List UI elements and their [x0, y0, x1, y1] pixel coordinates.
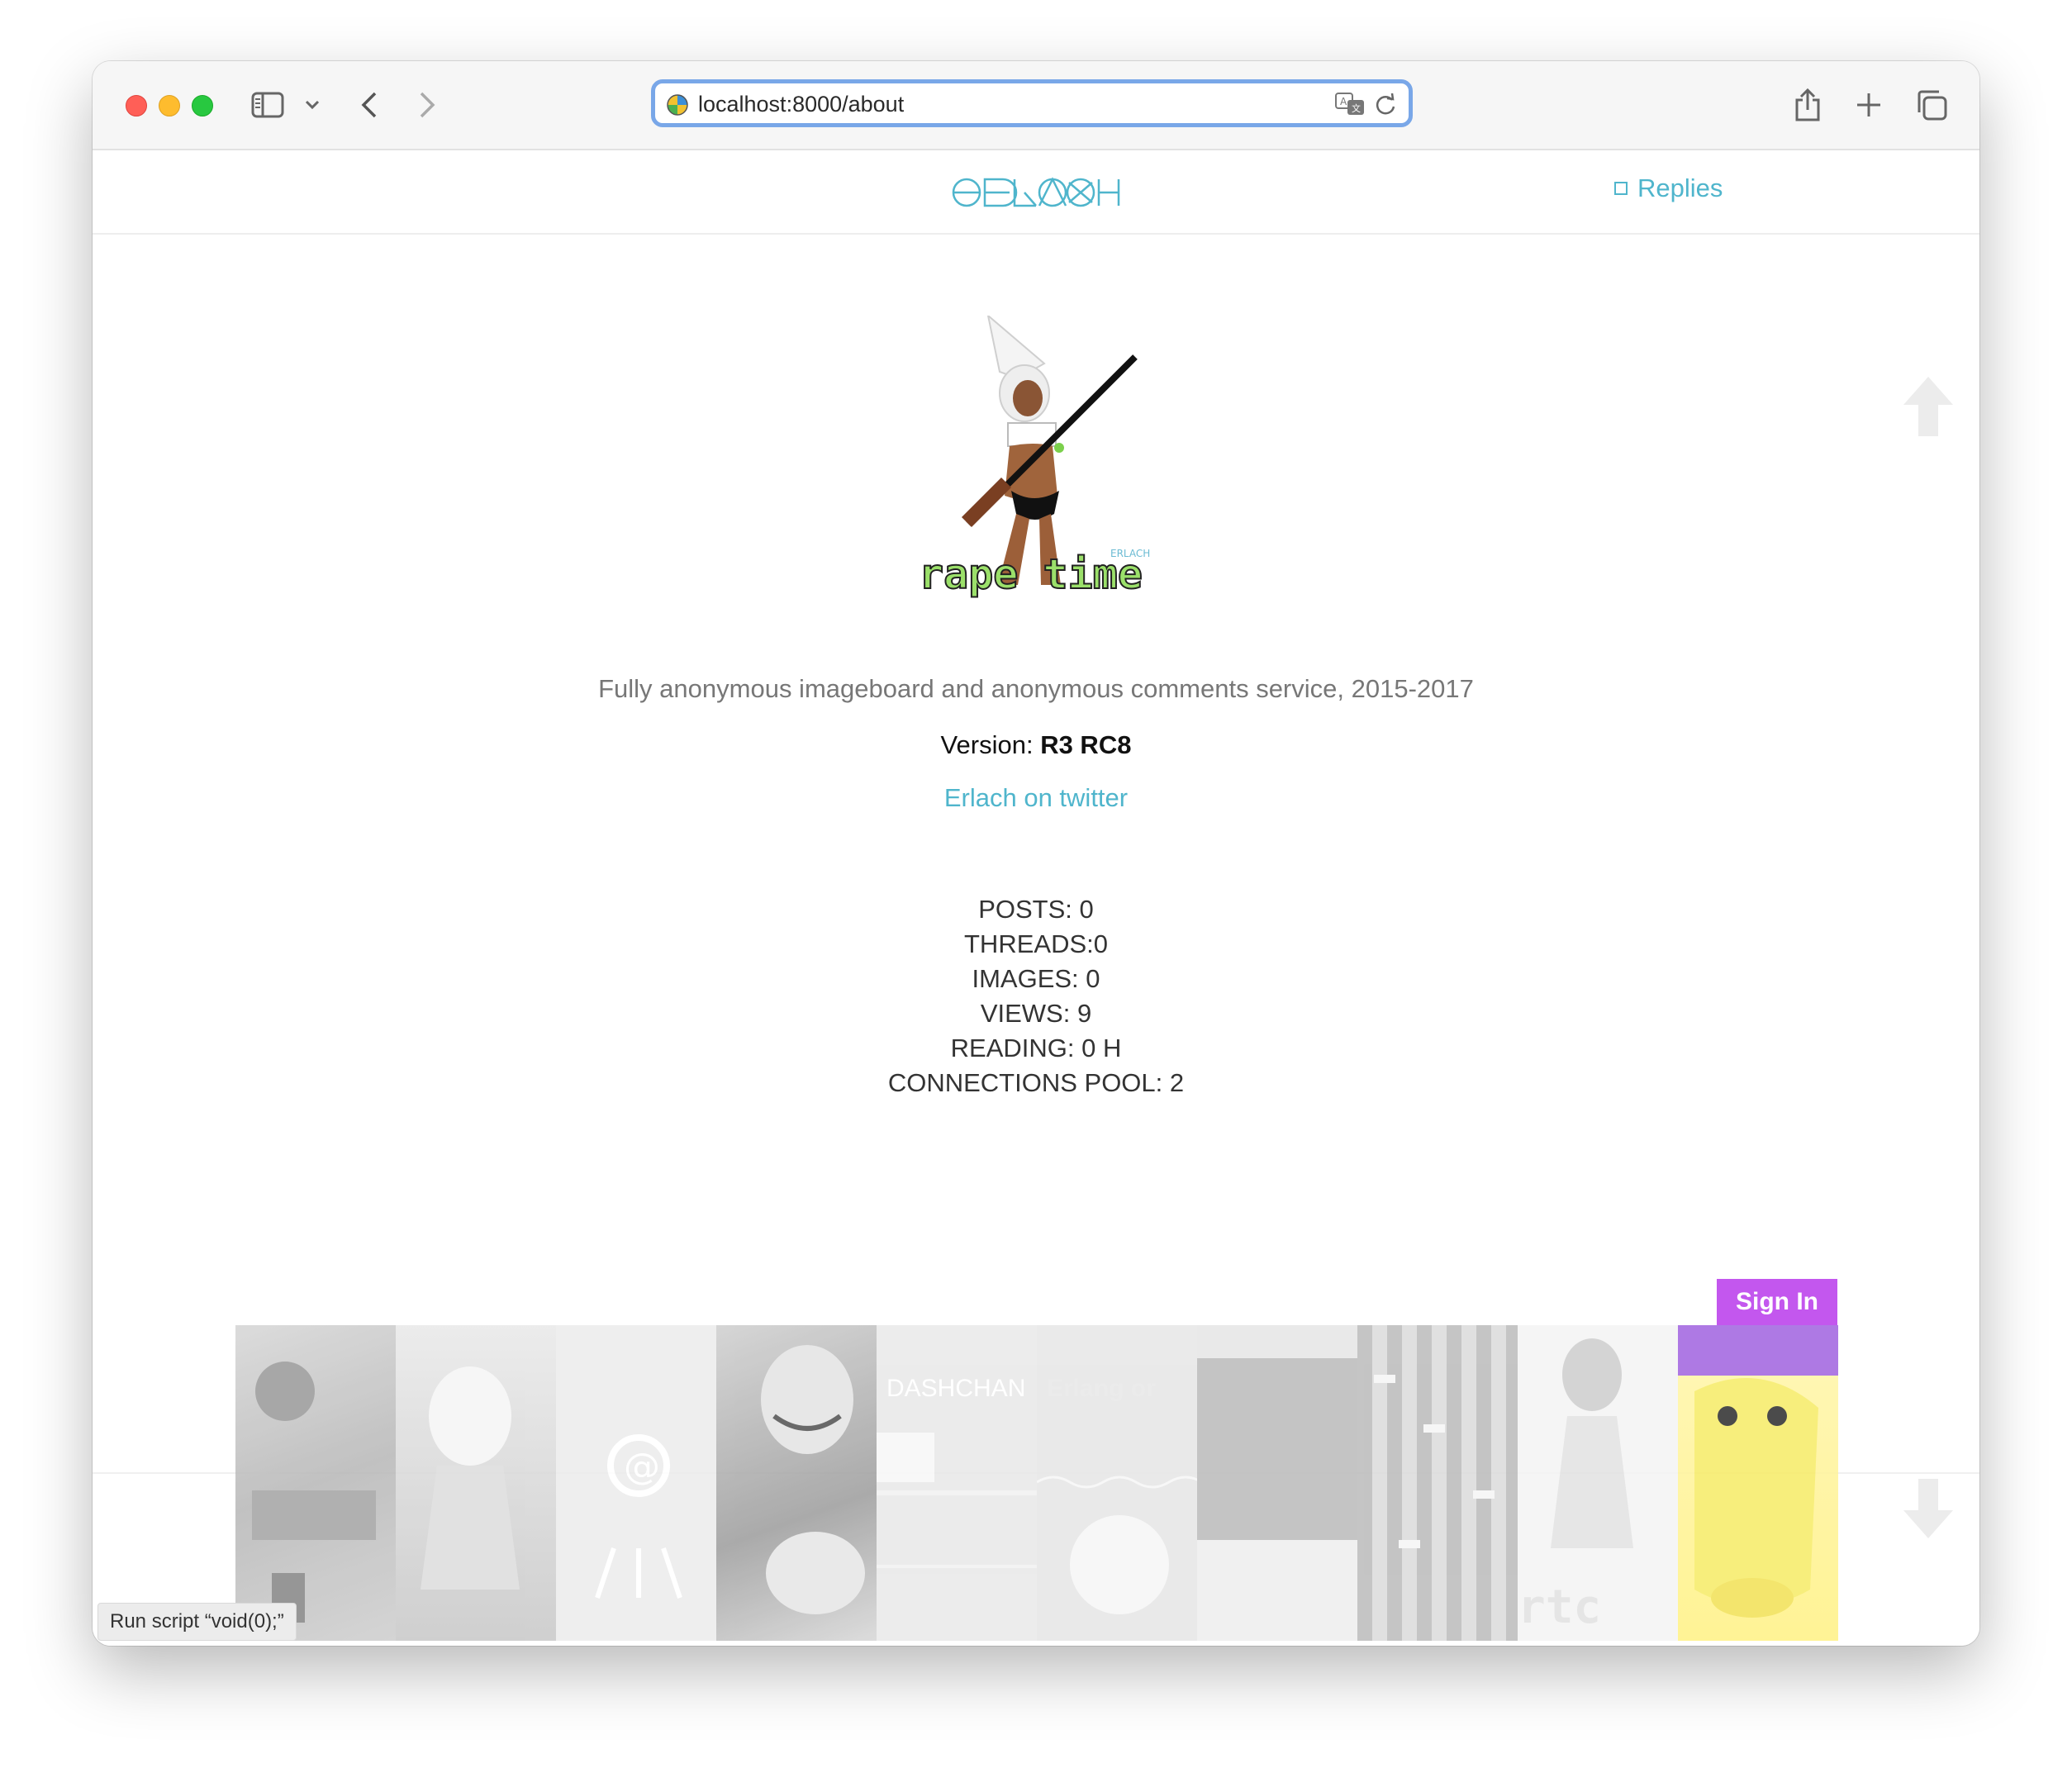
site-favicon-icon: [667, 94, 688, 116]
checkbox-icon: [1614, 182, 1628, 195]
browser-window: localhost:8000/about A 文 Replies rape ti…: [93, 61, 1979, 1646]
back-button[interactable]: [355, 83, 383, 127]
banner-tile-10[interactable]: [1678, 1325, 1838, 1641]
scroll-up-arrow-icon[interactable]: [1900, 373, 1956, 440]
banner-tile-6[interactable]: Erlang or: [1037, 1325, 1197, 1641]
address-bar[interactable]: localhost:8000/about A 文: [651, 79, 1413, 127]
banner-tile-4[interactable]: [716, 1325, 877, 1641]
version-prefix: Version:: [940, 730, 1034, 759]
banner-tile-5[interactable]: DASHCHAN: [877, 1325, 1037, 1641]
close-window-button[interactable]: [126, 95, 147, 116]
chevron-down-icon: [305, 100, 320, 110]
sidebar-menu-button[interactable]: [304, 83, 321, 127]
svg-text:rtc: rtc: [1518, 1580, 1601, 1634]
url-text: localhost:8000/about: [698, 92, 905, 116]
replies-link[interactable]: Replies: [1614, 173, 1723, 203]
stat-posts: POSTS: 0: [978, 895, 1094, 924]
banner-tile-8[interactable]: [1357, 1325, 1518, 1641]
svg-text:@: @: [624, 1446, 660, 1488]
mascot-image: rape time ERLACH: [919, 316, 1150, 599]
stat-images: IMAGES: 0: [972, 964, 1100, 993]
replies-label: Replies: [1637, 173, 1723, 202]
site-tagline: Fully anonymous imageboard and anonymous…: [598, 674, 1474, 703]
tabs-overview-icon: [1918, 90, 1947, 121]
mascot-signature: ERLACH: [1110, 548, 1150, 559]
version-value: R3 RC8: [1040, 730, 1132, 759]
banner-tile-2[interactable]: [396, 1325, 556, 1641]
banner-tile-7[interactable]: [1197, 1325, 1357, 1641]
page-content: Replies rape time ERLACH Fully anonymous…: [93, 150, 1979, 1646]
tab-overview-button[interactable]: [1913, 83, 1950, 127]
banner-strip: @ DASHCHAN Erlang or rtc: [235, 1325, 1838, 1641]
plus-icon: [1857, 93, 1880, 116]
svg-text:A: A: [1340, 96, 1347, 107]
chevron-right-icon: [420, 92, 435, 118]
mascot-caption: rape time: [919, 550, 1143, 598]
forward-button[interactable]: [413, 83, 441, 127]
svg-text:文: 文: [1352, 102, 1361, 114]
scroll-down-arrow-icon[interactable]: [1900, 1476, 1956, 1542]
sidebar-icon: [251, 92, 284, 118]
stat-views: VIEWS: 9: [980, 999, 1092, 1028]
version-line: Version: R3 RC8: [93, 730, 1979, 760]
banner-tile-1[interactable]: [235, 1325, 396, 1641]
status-bar-tooltip: Run script “void(0);”: [97, 1603, 297, 1641]
sign-in-button[interactable]: Sign In: [1717, 1279, 1837, 1325]
new-tab-button[interactable]: [1852, 83, 1885, 127]
stat-connections-pool: CONNECTIONS POOL: 2: [887, 1068, 1185, 1097]
share-button[interactable]: [1791, 83, 1824, 127]
minimize-window-button[interactable]: [159, 95, 180, 116]
translate-icon[interactable]: A 文: [1334, 92, 1366, 116]
sidebar-toggle-button[interactable]: [249, 83, 286, 127]
twitter-link[interactable]: Erlach on twitter: [93, 783, 1979, 813]
chevron-left-icon: [361, 92, 377, 118]
stat-reading: READING: 0 H: [950, 1034, 1122, 1062]
stat-threads: THREADS:0: [964, 929, 1108, 958]
reload-icon[interactable]: [1374, 93, 1397, 116]
site-header: Replies: [93, 150, 1979, 235]
banner-tile-9[interactable]: rtc: [1518, 1325, 1678, 1641]
browser-toolbar: localhost:8000/about A 文: [93, 61, 1979, 150]
erlach-logo[interactable]: [952, 173, 1120, 211]
stats-list: POSTS: 0 THREADS:0 IMAGES: 0 VIEWS: 9 RE…: [93, 892, 1979, 1100]
share-icon: [1795, 88, 1820, 121]
banner-tile-3[interactable]: @: [556, 1325, 716, 1641]
zoom-window-button[interactable]: [192, 95, 213, 116]
